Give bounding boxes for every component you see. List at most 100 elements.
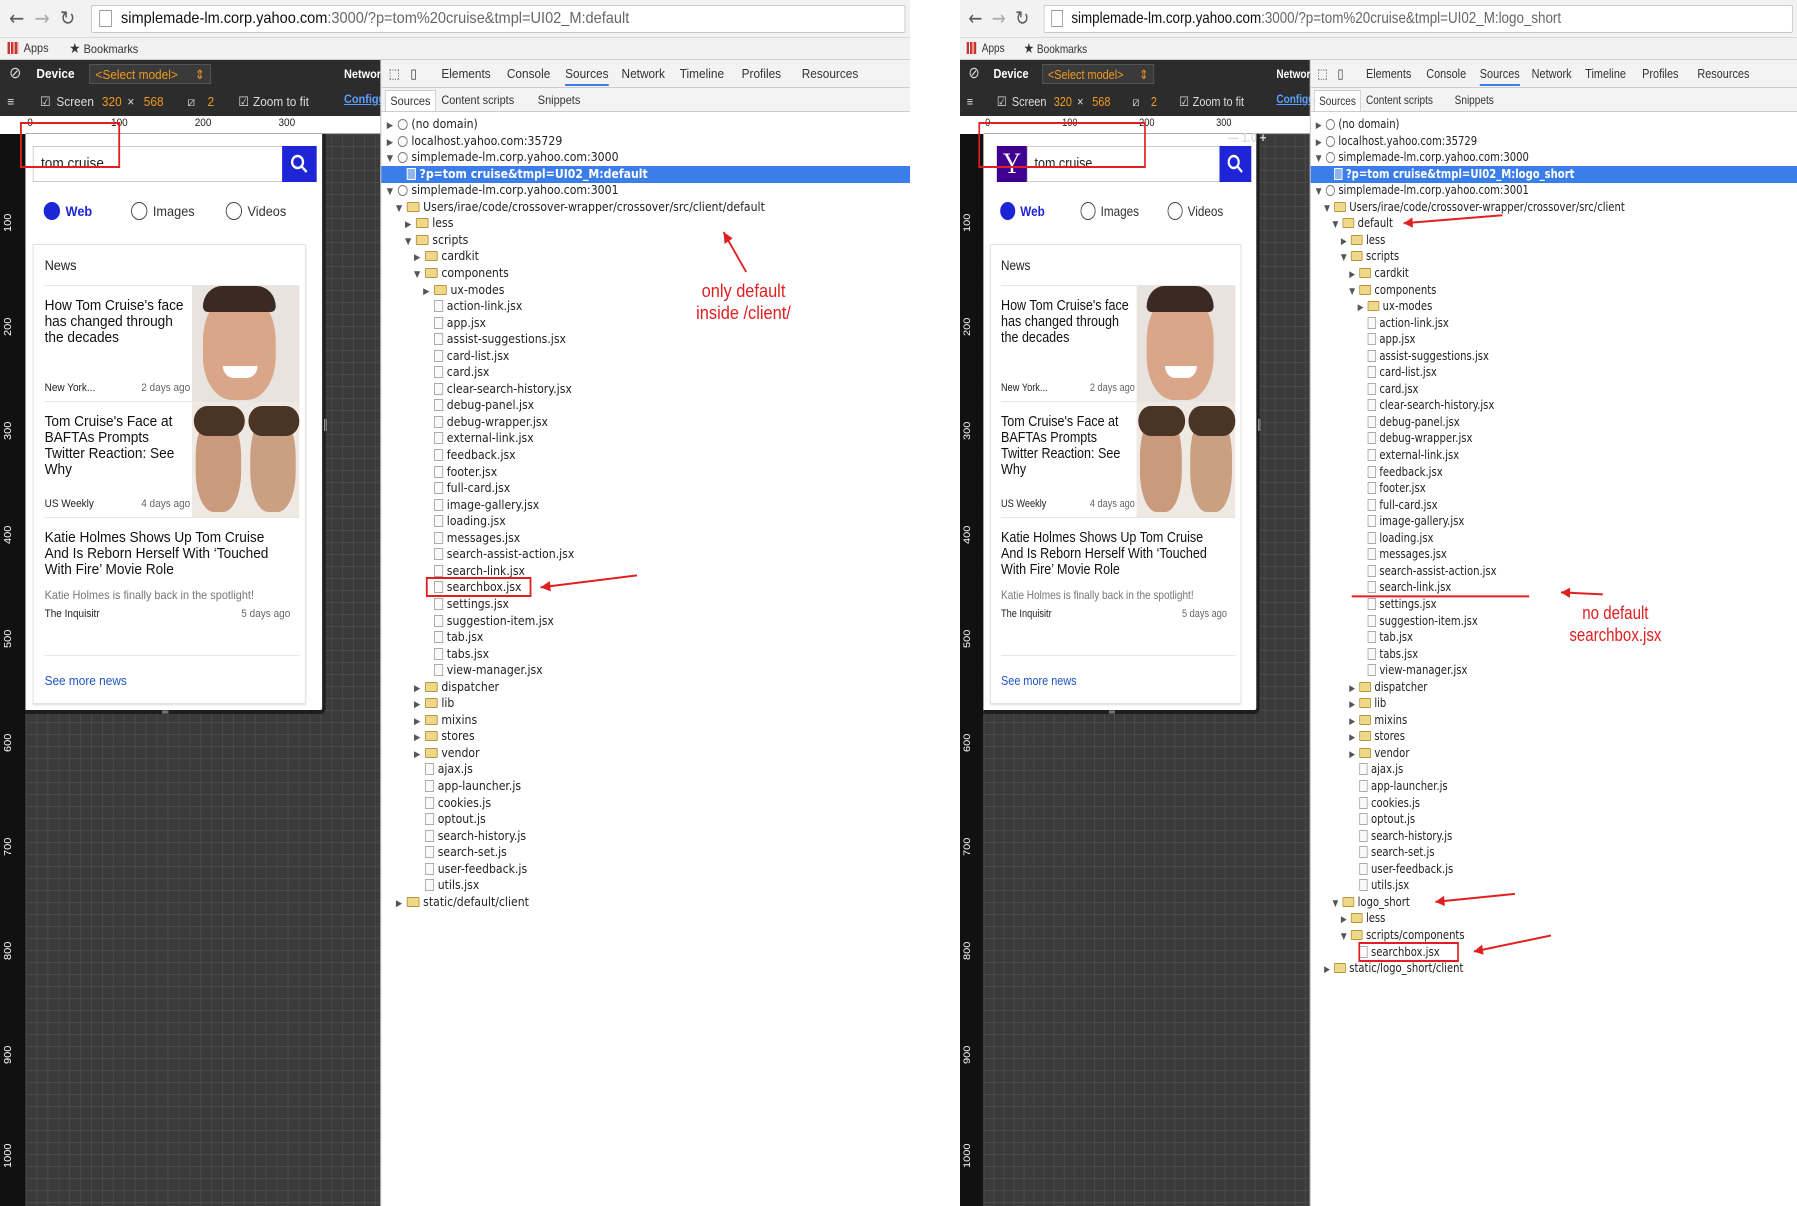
tree-folder[interactable]: ▶ cardkit <box>1311 265 1797 282</box>
address-bar[interactable]: simplemade-lm.corp.yahoo.com:3000/?p=tom… <box>1043 5 1793 33</box>
tab-web[interactable]: Web <box>1000 200 1045 222</box>
resize-handle-bottom[interactable]: ═ <box>1109 707 1115 718</box>
tree-file[interactable]: assist-suggestions.jsx <box>1311 348 1797 365</box>
tree-folder[interactable]: ▶ mixins <box>381 712 910 729</box>
tab-network[interactable]: Network <box>622 66 665 81</box>
tab-elements[interactable]: Elements <box>441 66 490 81</box>
tree-file[interactable]: cookies.js <box>381 795 910 812</box>
dpr-value[interactable]: 2 <box>1151 88 1157 116</box>
tab-console[interactable]: Console <box>1426 66 1466 81</box>
tree-file[interactable]: external-link.jsx <box>1311 447 1797 464</box>
tree-file[interactable]: full-card.jsx <box>381 480 910 497</box>
story-title[interactable]: Tom Cruise's Face at BAFTAs Prompts Twit… <box>1001 414 1135 478</box>
tab-web[interactable]: Web <box>43 200 92 222</box>
tree-file[interactable]: view-manager.jsx <box>1311 662 1797 679</box>
forward-icon[interactable]: → <box>992 6 1006 30</box>
news-story[interactable]: Tom Cruise's Face at BAFTAs Prompts Twit… <box>1001 401 1236 518</box>
tree-folder[interactable]: ▶ static/default/client <box>381 894 910 911</box>
tree-file[interactable]: ?p=tom cruise&tmpl=UI02_M:default <box>381 165 910 183</box>
see-more-news-link[interactable]: See more news <box>45 673 127 688</box>
tree-file[interactable]: user-feedback.js <box>1311 861 1797 878</box>
tree-folder[interactable]: ▶ vendor <box>381 745 910 762</box>
story-thumbnail[interactable] <box>1136 402 1236 518</box>
zoom-fit-checkbox[interactable]: ☑ <box>1179 88 1189 116</box>
tree-folder[interactable]: ▶ vendor <box>1311 745 1797 762</box>
subtab-sources[interactable]: Sources <box>1314 90 1361 111</box>
tree-file[interactable]: ajax.js <box>1311 761 1797 778</box>
tree-domain[interactable]: ▼ simplemade-lm.corp.yahoo.com:3000 <box>1311 149 1797 166</box>
tree-file[interactable]: card-list.jsx <box>381 348 910 365</box>
back-icon[interactable]: ← <box>968 6 982 30</box>
tab-elements[interactable]: Elements <box>1366 66 1411 81</box>
tab-videos[interactable]: Videos <box>1167 200 1223 222</box>
tree-file[interactable]: utils.jsx <box>1311 877 1797 894</box>
tree-file[interactable]: image-gallery.jsx <box>381 497 910 514</box>
story-thumbnail[interactable] <box>192 286 300 402</box>
bookmarks-shortcut[interactable]: ★ Bookmarks <box>1024 40 1088 57</box>
tree-folder[interactable]: ▶ mixins <box>1311 712 1797 729</box>
screen-checkbox[interactable]: ☑ <box>40 88 51 116</box>
tree-file[interactable]: app-launcher.js <box>381 778 910 795</box>
tree-domain[interactable]: ▶ localhost.yahoo.com:35729 <box>381 133 910 150</box>
collapsed-arrow-icon[interactable]: ▶ <box>1324 962 1334 979</box>
tree-file[interactable]: loading.jsx <box>381 513 910 530</box>
model-select[interactable]: <Select model> ⇕ <box>1042 64 1155 84</box>
bookmarks-shortcut[interactable]: ★ Bookmarks <box>69 40 138 57</box>
story-thumbnail[interactable] <box>192 402 300 518</box>
tab-videos[interactable]: Videos <box>225 200 286 222</box>
model-select[interactable]: <Select model> ⇕ <box>89 64 212 84</box>
tree-folder[interactable]: ▼ components <box>1311 282 1797 299</box>
tree-file[interactable]: view-manager.jsx <box>381 662 910 679</box>
tree-file[interactable]: cookies.js <box>1311 795 1797 812</box>
tree-folder[interactable]: ▶ ux-modes <box>381 282 910 299</box>
subtab-content-scripts[interactable]: Content scripts <box>441 93 514 107</box>
tree-folder[interactable]: ▶ cardkit <box>381 248 910 265</box>
tree-folder[interactable]: ▶ less <box>381 215 910 232</box>
tree-folder[interactable]: ▼ scripts <box>1311 248 1797 265</box>
tree-domain[interactable]: ▶ localhost.yahoo.com:35729 <box>1311 133 1797 150</box>
tree-folder[interactable]: ▶ lib <box>1311 695 1797 712</box>
tree-file[interactable]: action-link.jsx <box>1311 315 1797 332</box>
tree-file[interactable]: app.jsx <box>1311 331 1797 348</box>
tree-file[interactable]: footer.jsx <box>381 464 910 481</box>
tree-file[interactable]: ?p=tom cruise&tmpl=UI02_M:logo_short <box>1310 165 1797 183</box>
tree-file[interactable]: assist-suggestions.jsx <box>381 331 910 348</box>
tree-file[interactable]: image-gallery.jsx <box>1311 513 1797 530</box>
tree-file[interactable]: action-link.jsx <box>381 298 910 315</box>
screen-width[interactable]: 320 <box>1054 88 1072 116</box>
tree-file[interactable]: settings.jsx <box>1311 596 1797 613</box>
forward-icon[interactable]: → <box>35 6 50 30</box>
reload-icon[interactable]: ↻ <box>60 6 75 30</box>
tab-network[interactable]: Network <box>1532 66 1572 81</box>
tree-file[interactable]: feedback.jsx <box>381 447 910 464</box>
tree-folder[interactable]: ▼ default <box>1311 215 1797 232</box>
tree-file[interactable]: search-set.js <box>1311 844 1797 861</box>
tab-timeline[interactable]: Timeline <box>1585 66 1626 81</box>
screen-checkbox[interactable]: ☑ <box>997 88 1007 116</box>
tree-file[interactable]: full-card.jsx <box>1311 497 1797 514</box>
tree-file[interactable]: clear-search-history.jsx <box>381 381 910 398</box>
tree-folder[interactable]: ▶ stores <box>381 728 910 745</box>
story-title[interactable]: Tom Cruise's Face at BAFTAs Prompts Twit… <box>45 414 191 478</box>
subtab-content-scripts[interactable]: Content scripts <box>1366 93 1433 107</box>
resize-handle-bottom[interactable]: ═ <box>162 707 168 718</box>
tab-images[interactable]: Images <box>1080 200 1139 222</box>
tree-file[interactable]: debug-wrapper.jsx <box>1311 430 1797 447</box>
tree-file[interactable]: settings.jsx <box>381 596 910 613</box>
tab-sources[interactable]: Sources <box>565 66 609 86</box>
menu-icon[interactable]: ≡ <box>967 88 973 116</box>
story-title[interactable]: Katie Holmes Shows Up Tom Cruise And Is … <box>1001 530 1227 578</box>
tree-folder[interactable]: ▶ less <box>1311 910 1797 927</box>
collapsed-arrow-icon[interactable]: ▶ <box>396 896 407 913</box>
story-title[interactable]: How Tom Cruise's face has changed throug… <box>1001 298 1135 346</box>
resize-handle-right[interactable]: ║ <box>1256 420 1262 431</box>
tree-file[interactable]: tab.jsx <box>381 629 910 646</box>
tree-file[interactable]: app-launcher.js <box>1311 778 1797 795</box>
resize-handle-right[interactable]: ║ <box>322 420 328 431</box>
tree-file[interactable]: card-list.jsx <box>1311 364 1797 381</box>
news-story[interactable]: How Tom Cruise's face has changed throug… <box>44 285 300 402</box>
tree-file[interactable]: footer.jsx <box>1311 480 1797 497</box>
tree-file[interactable]: optout.js <box>381 811 910 828</box>
inspect-icon[interactable]: ⬚ <box>389 66 400 82</box>
tree-file[interactable]: utils.jsx <box>381 877 910 894</box>
